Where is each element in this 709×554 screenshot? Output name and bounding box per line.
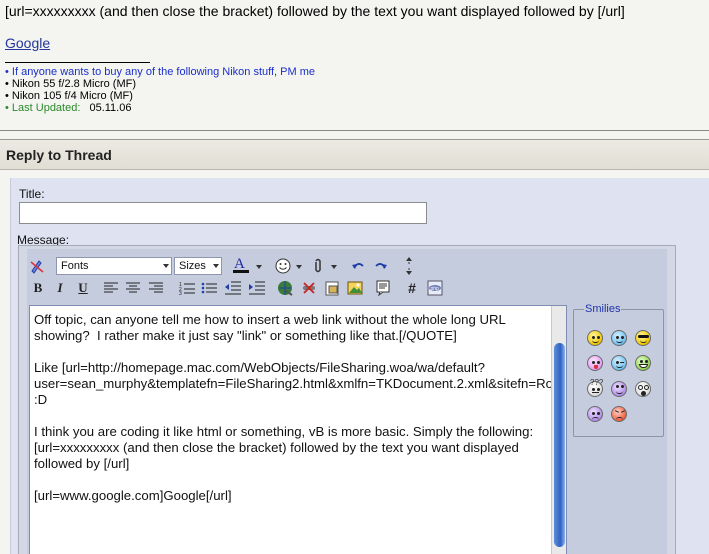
reply-header-bar: Reply to Thread (0, 139, 709, 170)
chevron-down-icon[interactable] (296, 265, 302, 269)
title-input[interactable] (19, 202, 427, 224)
remove-link-icon[interactable] (300, 279, 318, 297)
text-color-icon[interactable]: A (230, 255, 252, 273)
signature-separator (5, 62, 150, 63)
confused-icon[interactable]: ??? (587, 378, 603, 397)
size-select[interactable]: Sizes (174, 257, 222, 275)
php-code-icon[interactable]: php (426, 279, 444, 297)
remove-format-icon[interactable] (29, 257, 47, 275)
chevron-down-icon (163, 264, 169, 268)
tongue-icon[interactable] (587, 355, 603, 371)
indent-icon[interactable] (248, 279, 266, 297)
smiley-insert-icon[interactable] (274, 257, 292, 275)
chevron-down-icon[interactable] (256, 265, 262, 269)
smile-icon[interactable] (587, 330, 603, 346)
attachment-icon[interactable] (309, 257, 327, 275)
rolleyes-icon[interactable] (611, 381, 627, 397)
undo-icon[interactable] (349, 257, 367, 275)
divider (0, 130, 709, 131)
biggrin-icon[interactable] (635, 355, 651, 371)
align-right-icon[interactable] (147, 279, 165, 297)
underline-icon[interactable]: U (74, 279, 92, 297)
insert-link-icon[interactable] (276, 279, 294, 297)
insert-image-icon[interactable] (346, 279, 364, 297)
redo-icon[interactable] (372, 257, 390, 275)
unordered-list-icon[interactable] (200, 279, 218, 297)
size-select-label: Sizes (179, 260, 206, 272)
post-content: [url=xxxxxxxxx (and then close the brack… (0, 0, 709, 130)
align-left-icon[interactable] (102, 279, 120, 297)
align-center-icon[interactable] (124, 279, 142, 297)
redface-icon[interactable] (611, 330, 627, 346)
signature-item: • Nikon 105 f/4 Micro (MF) (5, 90, 133, 102)
signature-updated: • Last Updated: 05.11.06 (5, 102, 131, 114)
outdent-icon[interactable] (224, 279, 242, 297)
chevron-down-icon[interactable] (331, 265, 337, 269)
smilies-legend: Smilies (584, 303, 622, 315)
signature-item: • If anyone wants to buy any of the foll… (5, 66, 315, 78)
signature-item: • Nikon 55 f/2.8 Micro (MF) (5, 78, 136, 90)
title-label: Title: (19, 187, 45, 201)
insert-email-icon[interactable] (323, 279, 341, 297)
mad-icon[interactable] (611, 406, 627, 422)
textarea-scrollbar[interactable] (551, 306, 566, 554)
ordered-list-icon[interactable]: 123 (178, 279, 196, 297)
google-link[interactable]: Google (5, 35, 50, 51)
message-textarea[interactable]: Off topic, can anyone tell me how to ins… (29, 305, 567, 554)
post-text-line: [url=xxxxxxxxx (and then close the brack… (5, 3, 625, 19)
italic-icon[interactable]: I (51, 279, 69, 297)
wink-icon[interactable] (611, 355, 627, 371)
message-text[interactable]: Off topic, can anyone tell me how to ins… (34, 312, 566, 504)
quote-icon[interactable] (374, 279, 392, 297)
signature-updated-label: • Last Updated: (5, 102, 81, 114)
frown-icon[interactable] (587, 406, 603, 422)
eek-icon[interactable] (635, 381, 651, 397)
bold-icon[interactable]: B (29, 279, 47, 297)
resize-editor-icon[interactable] (400, 256, 418, 276)
font-select-label: Fonts (61, 260, 89, 272)
cool-icon[interactable] (635, 330, 651, 346)
font-select[interactable]: Fonts (56, 257, 172, 275)
scrollbar-thumb[interactable] (554, 343, 565, 547)
svg-text:php: php (431, 286, 440, 292)
code-icon[interactable]: # (403, 279, 421, 297)
svg-text:A: A (234, 256, 245, 272)
signature-updated-date: 05.11.06 (89, 102, 132, 114)
chevron-down-icon (213, 264, 219, 268)
reply-header-title: Reply to Thread (6, 147, 112, 163)
svg-text:3: 3 (179, 291, 182, 295)
